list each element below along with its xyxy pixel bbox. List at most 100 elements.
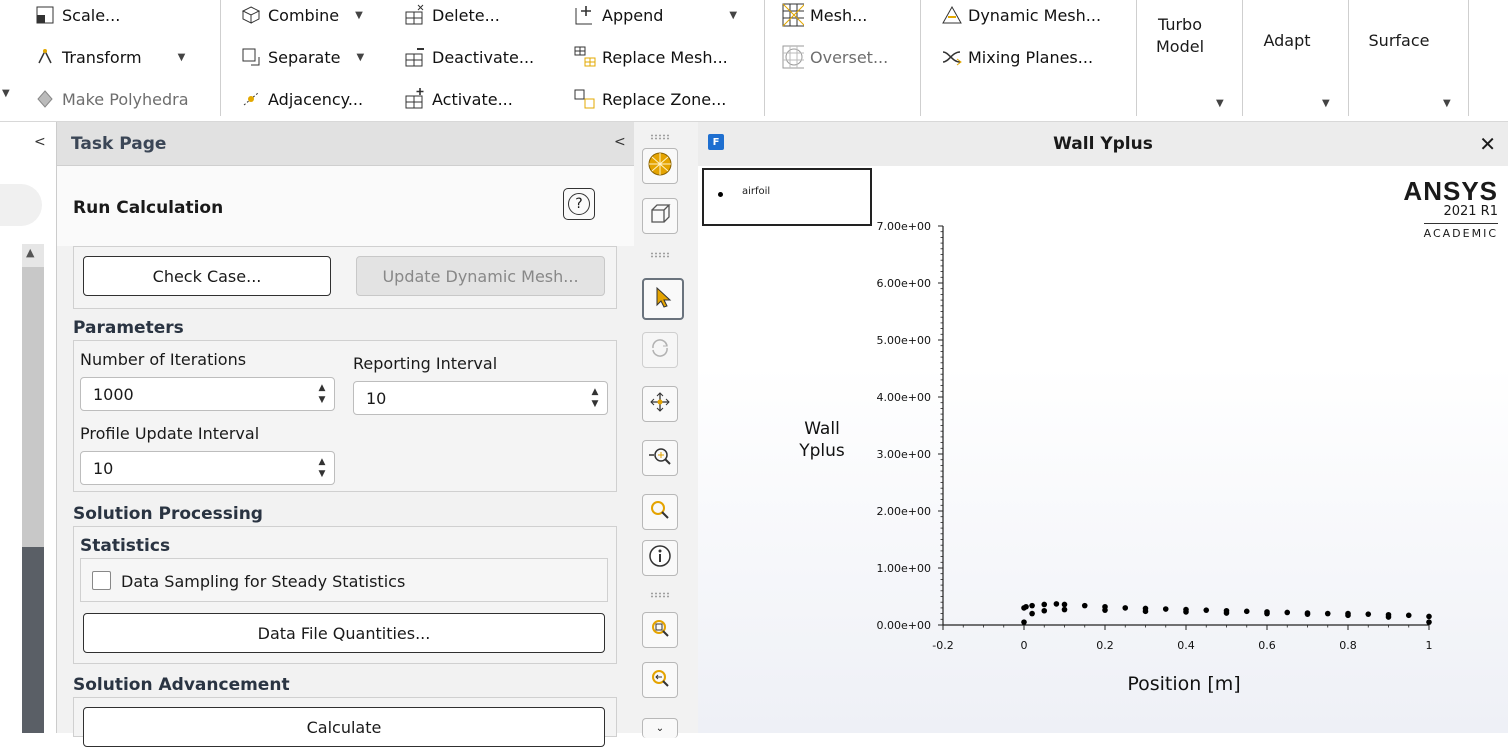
statistics-heading: Statistics — [80, 536, 171, 556]
toolbar-grip[interactable] — [650, 592, 670, 598]
separate-button[interactable]: Separate ▼ — [240, 42, 364, 72]
replace-mesh-icon — [574, 46, 596, 68]
data-file-quantities-button[interactable]: Data File Quantities... — [83, 613, 605, 653]
chevron-down-icon[interactable]: ▼ — [729, 10, 737, 21]
chevron-down-icon[interactable]: ▼ — [1216, 98, 1224, 109]
run-calculation-header: Run Calculation ? — [57, 166, 635, 246]
mixing-planes-icon — [940, 46, 962, 68]
close-icon[interactable]: ✕ — [1479, 132, 1496, 156]
profile-update-interval-value: 10 — [93, 458, 114, 478]
check-case-button[interactable]: Check Case... — [83, 256, 331, 296]
more-tools-button[interactable]: ⌄ — [642, 718, 678, 738]
x-tick-label: -0.2 — [932, 639, 953, 652]
graphics-window: F Wall Yplus ✕ ANSYS 2021 R1 ACADEMIC ai… — [698, 122, 1508, 733]
chevron-down-icon[interactable]: ▼ — [2, 88, 10, 99]
view-cube-button[interactable] — [642, 198, 678, 234]
data-point — [1264, 610, 1270, 617]
mixing-planes-button[interactable]: Mixing Planes... — [940, 42, 1093, 72]
toolbar-grip[interactable] — [650, 134, 670, 140]
scale-button[interactable]: Scale... — [34, 0, 120, 30]
number-of-iterations-input[interactable]: 1000 ▲ ▼ — [80, 377, 335, 411]
data-point — [1122, 605, 1129, 611]
chart-marks — [1021, 601, 1432, 625]
zoom-to-area-button[interactable] — [642, 494, 678, 530]
toolbar-grip[interactable] — [650, 252, 670, 258]
chevron-down-icon[interactable]: ▼ — [1443, 98, 1451, 109]
adapt-label: Adapt — [1263, 31, 1311, 50]
surface-label: Surface — [1368, 31, 1430, 50]
fit-to-window-button[interactable] — [642, 148, 678, 184]
y-axis-label-line1: Wall — [804, 419, 840, 439]
calculate-button[interactable]: Calculate — [83, 707, 605, 747]
magnifier-icon — [649, 499, 671, 525]
replace-mesh-button[interactable]: Replace Mesh... — [574, 42, 728, 72]
overset-button[interactable]: Overset... — [782, 42, 888, 72]
reporting-interval-input[interactable]: 10 ▲ ▼ — [353, 381, 608, 415]
deactivate-button[interactable]: Deactivate... — [404, 42, 534, 72]
spinner-arrows-icon[interactable]: ▲ ▼ — [316, 382, 328, 406]
surface-button[interactable]: Surface — [1360, 30, 1438, 52]
data-point — [1061, 606, 1068, 613]
ribbon-separator — [220, 0, 221, 116]
help-button[interactable]: ? — [563, 188, 595, 220]
spinner-arrows-icon[interactable]: ▲ ▼ — [316, 456, 328, 480]
chevron-left-icon[interactable]: < — [34, 134, 46, 150]
zoom-previous-icon — [649, 667, 671, 693]
deactivate-grid-icon — [404, 46, 426, 68]
zoom-previous-button[interactable] — [642, 662, 678, 698]
separate-label: Separate — [268, 47, 341, 67]
append-button[interactable]: Append ▼ — [574, 0, 737, 30]
chevron-down-icon[interactable]: ▼ — [178, 52, 186, 63]
wall-yplus-chart[interactable]: 0.00e+00 1.00e+00 2.00e+00 3.00e+00 4.00e+00… — [698, 166, 1508, 733]
cube-icon — [648, 202, 672, 230]
chevron-down-icon[interactable]: ▼ — [1322, 98, 1330, 109]
chart-axes: 0.00e+00 1.00e+00 2.00e+00 3.00e+00 4.00e+00… — [877, 220, 1433, 652]
pan-button[interactable] — [642, 386, 678, 422]
turbo-model-button[interactable]: Turbo Model — [1148, 14, 1212, 58]
outline-search-field[interactable] — [0, 184, 42, 226]
reporting-interval-value: 10 — [366, 388, 387, 408]
data-sampling-checkbox[interactable] — [92, 571, 111, 590]
scrollbar-lower-region — [22, 547, 44, 733]
delete-button[interactable]: Delete... — [404, 0, 500, 30]
replace-zone-button[interactable]: Replace Zone... — [574, 84, 726, 114]
zoom-fit-button[interactable] — [642, 612, 678, 648]
scroll-up-arrow-icon[interactable]: ▲ — [26, 246, 34, 259]
collapse-panel-icon[interactable]: < — [614, 134, 626, 150]
chevron-down-icon[interactable]: ▼ — [355, 10, 363, 21]
activate-button[interactable]: Activate... — [404, 84, 513, 114]
data-point — [1243, 608, 1250, 615]
scrollbar-thumb[interactable] — [22, 267, 44, 547]
transform-button[interactable]: Transform ▼ — [34, 42, 185, 72]
spinner-arrows-icon[interactable]: ▲ ▼ — [589, 386, 601, 410]
reporting-interval-label: Reporting Interval — [353, 354, 498, 373]
solution-processing-heading: Solution Processing — [73, 504, 263, 524]
scale-label: Scale... — [62, 5, 121, 25]
make-polyhedra-button[interactable]: Make Polyhedra — [34, 84, 189, 114]
data-point — [1365, 611, 1372, 617]
y-tick-label: 7.00e+00 — [877, 220, 931, 233]
dynamic-mesh-button[interactable]: Dynamic Mesh... — [940, 0, 1101, 30]
chevron-down-icon[interactable]: ▼ — [356, 52, 364, 63]
y-tick-label: 1.00e+00 — [877, 562, 931, 575]
probe-button[interactable] — [642, 540, 678, 576]
data-point — [1053, 601, 1060, 607]
task-page-title: Task Page — [71, 134, 167, 154]
replace-zone-label: Replace Zone... — [602, 89, 727, 109]
mesh-button[interactable]: Mesh... — [782, 0, 867, 30]
rotate-button[interactable] — [642, 332, 678, 368]
adapt-button[interactable]: Adapt — [1252, 30, 1322, 52]
x-axis-label: Position [m] — [1127, 673, 1240, 695]
profile-update-interval-input[interactable]: 10 ▲ ▼ — [80, 451, 335, 485]
combine-button[interactable]: Combine ▼ — [240, 0, 363, 30]
adjacency-button[interactable]: Adjacency... — [240, 84, 363, 114]
zoom-in-out-button[interactable] — [642, 440, 678, 476]
parameters-heading: Parameters — [73, 318, 184, 338]
ribbon-separator — [1136, 0, 1137, 116]
update-dynamic-mesh-button[interactable]: Update Dynamic Mesh... — [356, 256, 605, 296]
select-pointer-button[interactable] — [642, 278, 684, 320]
graphics-window-title: Wall Yplus — [1053, 134, 1153, 154]
data-point — [1102, 607, 1108, 613]
data-point — [1223, 610, 1230, 616]
overset-icon — [782, 45, 804, 69]
